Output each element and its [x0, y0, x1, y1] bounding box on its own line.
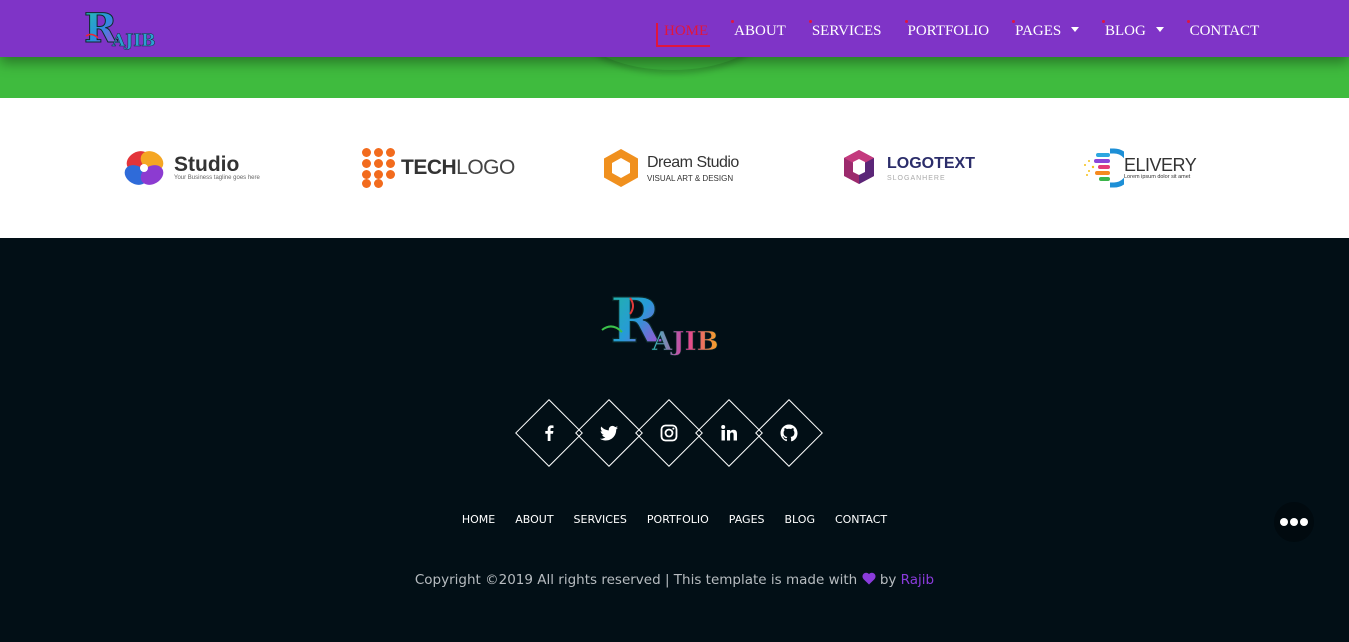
copyright: Copyright ©2019 All rights reserved | Th…: [0, 572, 1349, 588]
brand-logotext[interactable]: LOGOTEXT SLOGANHERE: [841, 144, 975, 192]
dot-icon: [1290, 518, 1298, 526]
footer-nav-portfolio[interactable]: PORTFOLIO: [647, 513, 709, 526]
nav-dot-icon: [1102, 19, 1105, 23]
footer-nav-about[interactable]: ABOUT: [515, 513, 553, 526]
footer-logo[interactable]: R AJIB: [600, 283, 750, 358]
nav-blog[interactable]: BLOG: [1102, 19, 1164, 40]
nav-pages-label: PAGES: [1015, 22, 1062, 39]
instagram-icon: [660, 424, 678, 442]
brand-delivery[interactable]: DELIVERY Lorem ipsum dolor sit amet: [1082, 144, 1197, 192]
svg-text:AJIB: AJIB: [651, 327, 719, 357]
nav-pages[interactable]: PAGES: [1012, 19, 1079, 40]
svg-text:AJIB: AJIB: [111, 31, 156, 51]
dream-studio-hex-icon: [604, 149, 638, 187]
more-menu-button[interactable]: [1274, 502, 1314, 542]
dot-icon: [1280, 518, 1288, 526]
studio-logo-icon: [124, 151, 164, 185]
github-icon: [780, 424, 798, 442]
logotext-cube-icon: [844, 150, 874, 184]
caret-down-icon: [1071, 26, 1079, 32]
delivery-name: ELIVERY: [1124, 155, 1197, 175]
techlogo-icon: [362, 148, 395, 188]
studio-name: Studio: [174, 153, 240, 176]
caret-down-icon: [1155, 26, 1164, 32]
studio-tagline: Your Business tagline goes here: [174, 175, 260, 181]
nav-contact[interactable]: CONTACT: [1186, 19, 1260, 40]
logotext-tagline: SLOGANHERE: [887, 174, 946, 182]
navbar: R AJIB HOME ABOUT SERVICES PORTFOLIO PAG…: [0, 0, 1349, 57]
main-nav: HOME ABOUT SERVICES PORTFOLIO PAGES BLOG…: [656, 18, 1260, 47]
nav-dot-icon: [731, 19, 735, 23]
delivery-tagline: Lorem ipsum dolor sit amet: [1124, 174, 1191, 180]
copyright-by: by: [879, 572, 897, 588]
nav-home-label: HOME: [664, 22, 709, 39]
copyright-text: Copyright ©2019 All rights reserved | Th…: [414, 572, 858, 588]
footer-nav-services[interactable]: SERVICES: [574, 513, 627, 526]
facebook-icon: [545, 425, 554, 441]
nav-dot-icon: [1012, 19, 1016, 23]
site-logo[interactable]: R AJIB: [82, 5, 182, 53]
dot-icon: [1300, 518, 1308, 526]
delivery-speed-icon: [1084, 148, 1124, 188]
linkedin-icon: [721, 425, 737, 441]
footer-nav-pages[interactable]: PAGES: [729, 513, 765, 526]
dream-studio-name: Dream Studio: [647, 153, 739, 171]
nav-about-label: ABOUT: [734, 22, 786, 39]
footer-nav: HOME ABOUT SERVICES PORTFOLIO PAGES BLOG…: [0, 513, 1349, 526]
brand-studio[interactable]: Studio Your Business tagline goes here: [122, 144, 260, 192]
brand-techlogo[interactable]: TECHLOGO: [362, 144, 515, 192]
nav-services-label: SERVICES: [811, 22, 882, 39]
client-logos: Studio Your Business tagline goes here T…: [0, 98, 1349, 238]
nav-home[interactable]: HOME: [656, 22, 711, 47]
heart-icon: [861, 572, 876, 585]
twitter-icon: [600, 425, 618, 441]
nav-blog-label: BLOG: [1105, 22, 1146, 39]
social-github[interactable]: [754, 398, 824, 468]
nav-dot-icon: [808, 19, 812, 23]
logotext-name: LOGOTEXT: [887, 154, 975, 172]
nav-portfolio-label: PORTFOLIO: [907, 22, 990, 39]
nav-contact-label: CONTACT: [1189, 22, 1260, 39]
dream-studio-tagline: VISUAL ART & DESIGN: [647, 173, 734, 183]
logo-graphic: R AJIB: [84, 5, 156, 53]
social-links: [514, 398, 826, 468]
nav-portfolio[interactable]: PORTFOLIO: [904, 19, 990, 40]
author-link[interactable]: Rajib: [901, 572, 934, 588]
footer-nav-contact[interactable]: CONTACT: [835, 513, 887, 526]
nav-about[interactable]: ABOUT: [731, 19, 786, 40]
techlogo-name-bold: TECH: [401, 156, 457, 179]
nav-services[interactable]: SERVICES: [808, 19, 882, 40]
footer-nav-blog[interactable]: BLOG: [785, 513, 815, 526]
brand-dream-studio[interactable]: Dream Studio VISUAL ART & DESIGN: [601, 144, 739, 192]
footer-logo-graphic: R AJIB: [601, 283, 719, 358]
footer-nav-home[interactable]: HOME: [462, 513, 495, 526]
techlogo-name-light: LOGO: [456, 156, 515, 179]
nav-dot-icon: [1186, 19, 1190, 23]
nav-dot-icon: [904, 19, 908, 23]
